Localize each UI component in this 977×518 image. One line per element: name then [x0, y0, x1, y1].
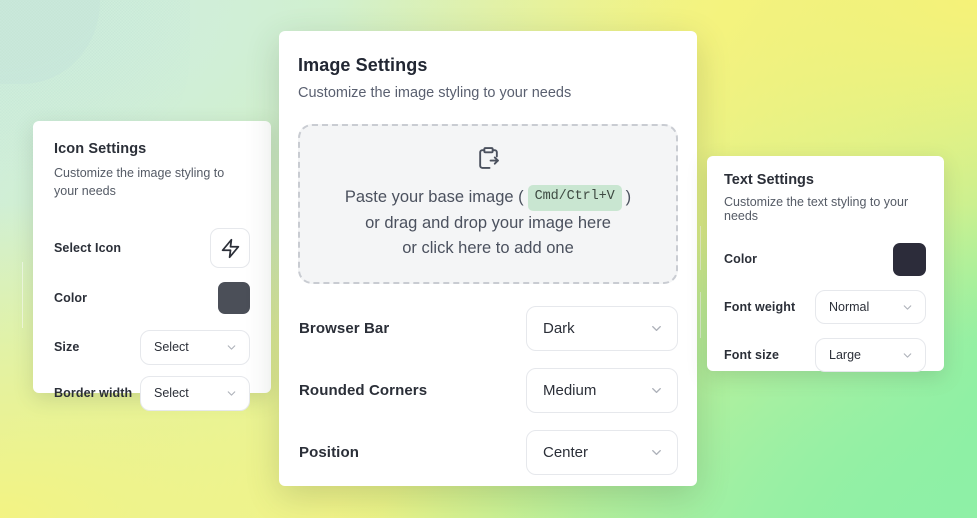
browser-bar-select[interactable]: Dark [526, 306, 678, 351]
dropzone-line-1: Paste your base image ( Cmd/Ctrl+V ) [344, 184, 632, 211]
icon-border-width-label: Border width [54, 386, 133, 401]
dropzone-shortcut-chip: Cmd/Ctrl+V [527, 184, 622, 211]
text-settings-subtitle: Customize the text styling to your needs [724, 195, 909, 223]
chevron-down-icon [652, 450, 661, 455]
icon-size-label: Size [54, 340, 80, 355]
row-browser-bar: Browser Bar Dark [298, 306, 678, 351]
text-settings-panel: Text Settings Customize the text styling… [707, 156, 944, 373]
row-position: Position Center [298, 430, 678, 475]
background-hairline [700, 226, 701, 270]
text-color-label: Color [724, 252, 758, 266]
chevron-down-icon [227, 345, 236, 350]
rounded-corners-value: Medium [543, 382, 597, 399]
row-font-weight: Font weight Normal [724, 289, 926, 325]
clipboard-paste-icon [476, 146, 501, 176]
browser-bar-value: Dark [543, 320, 575, 337]
row-font-size: Font size Large [724, 337, 926, 373]
position-label: Position [299, 444, 359, 461]
position-select[interactable]: Center [526, 430, 678, 475]
font-size-label: Font size [724, 348, 780, 362]
rounded-corners-select[interactable]: Medium [526, 368, 678, 413]
text-settings-title: Text Settings [724, 172, 814, 188]
image-settings-title: Image Settings [298, 55, 428, 75]
chevron-down-icon [652, 388, 661, 393]
rounded-corners-label: Rounded Corners [299, 382, 428, 399]
font-size-select[interactable]: Large [815, 338, 926, 372]
zap-icon [221, 238, 239, 258]
row-icon-border-width: Border width Select [54, 375, 250, 411]
background-hairline [700, 292, 701, 338]
chevron-down-icon [903, 304, 912, 310]
chevron-down-icon [903, 352, 912, 358]
icon-settings-panel: Icon Settings Customize the image stylin… [33, 121, 271, 411]
image-settings-subtitle: Customize the image styling to your need… [298, 85, 572, 101]
background-hairline [22, 262, 23, 328]
row-icon-color: Color [54, 279, 250, 317]
row-rounded-corners: Rounded Corners Medium [298, 368, 678, 413]
row-select-icon: Select Icon [54, 228, 250, 269]
image-dropzone[interactable]: Paste your base image ( Cmd/Ctrl+V ) or … [298, 124, 678, 284]
position-value: Center [543, 444, 589, 461]
image-settings-rows: Browser Bar Dark Rounded Corners Medium … [298, 306, 678, 475]
row-text-color: Color [724, 241, 926, 277]
icon-color-label: Color [54, 291, 88, 306]
icon-size-select[interactable]: Select [140, 329, 250, 365]
dropzone-line-2: or drag and drop your image here [365, 213, 611, 232]
icon-border-width-value: Select [154, 386, 189, 401]
icon-size-value: Select [154, 340, 189, 355]
icon-color-swatch[interactable] [218, 282, 250, 315]
icon-settings-subtitle: Customize the image styling to your need… [54, 166, 225, 199]
select-icon-label: Select Icon [54, 241, 122, 256]
font-size-value: Large [829, 348, 861, 362]
chevron-down-icon [227, 391, 236, 396]
chevron-down-icon [652, 326, 661, 331]
image-settings-panel: Image Settings Customize the image styli… [279, 31, 697, 486]
font-weight-select[interactable]: Normal [815, 290, 926, 324]
select-icon-button[interactable] [210, 228, 250, 269]
font-weight-label: Font weight [724, 300, 796, 314]
icon-border-width-select[interactable]: Select [140, 375, 250, 411]
dropzone-line-3: or click here to add one [402, 239, 574, 258]
text-color-swatch[interactable] [893, 242, 926, 276]
row-icon-size: Size Select [54, 329, 250, 365]
font-weight-value: Normal [829, 300, 870, 314]
browser-bar-label: Browser Bar [299, 320, 390, 337]
dropzone-paste-text-after: ) [625, 188, 632, 207]
dropzone-paste-text-before: Paste your base image ( [344, 188, 524, 207]
icon-settings-title: Icon Settings [54, 141, 147, 157]
